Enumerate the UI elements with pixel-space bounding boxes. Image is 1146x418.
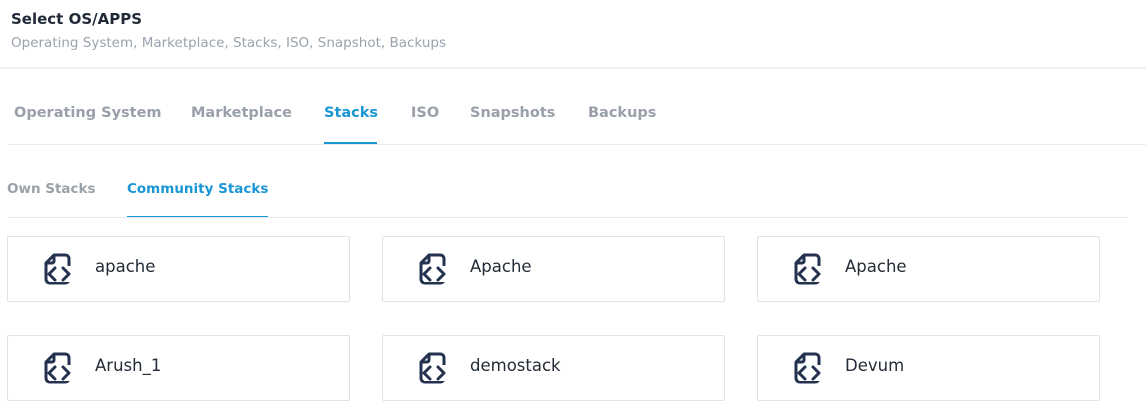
tab-backups[interactable]: Backups bbox=[588, 105, 656, 121]
stack-card[interactable]: Apache bbox=[382, 236, 725, 302]
stack-card[interactable]: demostack bbox=[382, 335, 725, 401]
code-file-icon bbox=[794, 253, 821, 285]
stack-card[interactable]: Devum bbox=[757, 335, 1100, 401]
stack-card[interactable]: apache bbox=[7, 236, 350, 302]
tab-snapshots[interactable]: Snapshots bbox=[470, 105, 555, 121]
code-file-icon bbox=[419, 253, 446, 285]
page-subtitle: Operating System, Marketplace, Stacks, I… bbox=[11, 35, 446, 51]
subtab-community-stacks[interactable]: Community Stacks bbox=[127, 181, 268, 197]
stack-name: Apache bbox=[845, 257, 907, 276]
panel-header: Select OS/APPS Operating System, Marketp… bbox=[0, 0, 1146, 69]
tab-marketplace[interactable]: Marketplace bbox=[191, 105, 292, 121]
stack-name: apache bbox=[95, 257, 156, 276]
code-file-icon bbox=[419, 352, 446, 384]
tab-iso[interactable]: ISO bbox=[411, 105, 439, 121]
subtabs-divider bbox=[8, 217, 1128, 218]
code-file-icon bbox=[794, 352, 821, 384]
select-os-apps-panel: Select OS/APPS Operating System, Marketp… bbox=[0, 0, 1146, 418]
code-file-icon bbox=[44, 253, 71, 285]
tabs-divider bbox=[8, 144, 1146, 145]
stack-name: Apache bbox=[470, 257, 532, 276]
stack-name: Arush_1 bbox=[95, 356, 162, 375]
page-title: Select OS/APPS bbox=[11, 10, 143, 28]
stack-name: Devum bbox=[845, 356, 905, 375]
main-tabs: Operating System Marketplace Stacks ISO … bbox=[0, 95, 1146, 145]
stack-card[interactable]: Apache bbox=[757, 236, 1100, 302]
tab-operating-system[interactable]: Operating System bbox=[14, 105, 162, 121]
stack-subtabs: Own Stacks Community Stacks bbox=[0, 170, 1146, 220]
subtab-own-stacks[interactable]: Own Stacks bbox=[7, 181, 96, 197]
stack-name: demostack bbox=[470, 356, 561, 375]
code-file-icon bbox=[44, 352, 71, 384]
stack-card[interactable]: Arush_1 bbox=[7, 335, 350, 401]
tab-stacks[interactable]: Stacks bbox=[324, 105, 378, 121]
